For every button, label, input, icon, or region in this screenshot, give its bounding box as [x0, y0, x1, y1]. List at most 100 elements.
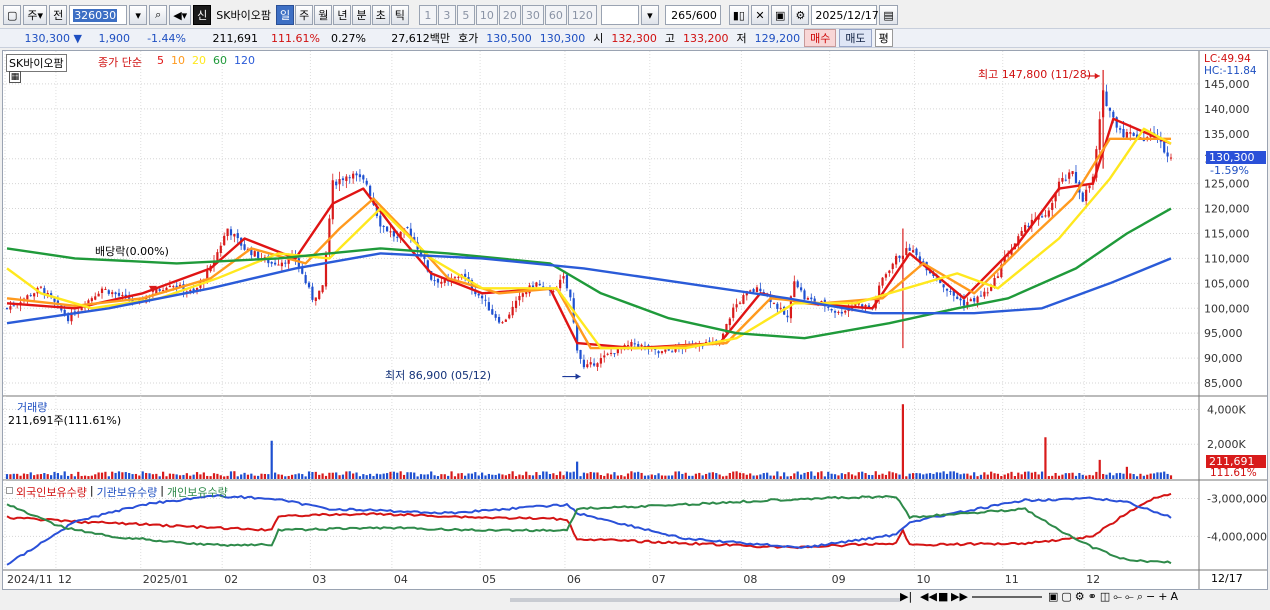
- candle-type-icon[interactable]: ▮▯: [728, 5, 749, 25]
- volume-bar: [396, 472, 399, 479]
- ma-legend-item[interactable]: 120: [234, 54, 255, 67]
- shin-badge[interactable]: 신: [193, 5, 212, 25]
- volume-bar: [783, 472, 786, 479]
- period-dropdown[interactable]: 주 ▾: [23, 5, 48, 25]
- stock-chart-svg[interactable]: 85,000 90,000 95,000 100,000 105,000 110,000 1…: [3, 51, 1267, 589]
- x-tick-label: 05: [482, 573, 496, 586]
- candle-body: [990, 286, 993, 291]
- sell-button[interactable]: 매도: [839, 29, 872, 47]
- volume-bar: [182, 474, 185, 479]
- interval-button[interactable]: 120: [567, 5, 597, 25]
- candle-body: [1163, 141, 1166, 153]
- volume-bar: [335, 472, 338, 479]
- count-field[interactable]: 265/600: [664, 5, 721, 25]
- interval-button[interactable]: 20: [498, 5, 521, 25]
- volume-bar: [416, 476, 419, 479]
- calendar-icon[interactable]: ▤: [879, 5, 898, 25]
- prev-button[interactable]: 전: [49, 5, 68, 25]
- volume-bar: [117, 471, 121, 479]
- volume-bar: [1071, 472, 1074, 479]
- x-tick-label: 04: [394, 573, 408, 586]
- volume-bar: [911, 473, 915, 479]
- period-button[interactable]: 주: [295, 5, 314, 25]
- forward-icon[interactable]: ▶▶: [951, 590, 968, 603]
- volume-bar: [453, 476, 457, 479]
- interval-custom-input[interactable]: [600, 5, 639, 25]
- price-value: 130,300 ▼: [24, 31, 82, 45]
- scroll-left-icon[interactable]: ▶|: [900, 590, 912, 603]
- average-button[interactable]: 평: [874, 29, 893, 47]
- interval-dropdown-icon[interactable]: ▾: [640, 5, 659, 25]
- volume-bar: [820, 471, 823, 479]
- ma-line: [6, 207, 1172, 340]
- volume-bar: [5, 474, 9, 479]
- layout-icon[interactable]: ▢: [3, 5, 22, 25]
- candle-body: [738, 302, 742, 304]
- code-dropdown-icon[interactable]: ▾: [129, 5, 148, 25]
- volume-bar: [365, 475, 368, 479]
- low-annotation: 최저 86,900 (05/12): [385, 369, 492, 382]
- buy-button[interactable]: 매수: [804, 29, 837, 47]
- candle-body: [1169, 157, 1173, 159]
- chart-scrollbar[interactable]: [510, 598, 900, 602]
- ma-legend-item[interactable]: 5: [157, 54, 164, 67]
- volume-bar: [43, 473, 46, 479]
- volume-bar: [168, 473, 171, 479]
- crosshair-icon[interactable]: ✕: [750, 5, 769, 25]
- panel-toggle-icon[interactable]: [6, 487, 13, 494]
- candle-body: [504, 319, 507, 322]
- period-button[interactable]: 월: [314, 5, 333, 25]
- candle-body: [33, 293, 36, 297]
- period-button[interactable]: 틱: [390, 5, 409, 25]
- price-tick-label: 95,000: [1204, 327, 1243, 340]
- period-button[interactable]: 분: [352, 5, 371, 25]
- volume-bar: [1156, 472, 1159, 479]
- interval-button[interactable]: 60: [544, 5, 567, 25]
- speaker-icon[interactable]: ◀▾: [169, 5, 192, 25]
- volume-bar: [806, 472, 809, 479]
- panel-stock-label[interactable]: SK바이오팜: [6, 54, 67, 72]
- stock-code-input[interactable]: 326030: [69, 5, 128, 25]
- interval-button[interactable]: 30: [521, 5, 544, 25]
- volume-bar: [1057, 475, 1061, 479]
- volume-bar: [772, 475, 776, 479]
- bid-value: 130,500: [486, 31, 532, 45]
- candle-body: [111, 292, 114, 295]
- ma-legend-item[interactable]: 60: [213, 54, 227, 67]
- candle-body: [969, 299, 972, 302]
- interval-button[interactable]: 1: [418, 5, 437, 25]
- period-button[interactable]: 일: [275, 5, 295, 25]
- volume-bar: [528, 475, 531, 479]
- period-button[interactable]: 초: [371, 5, 390, 25]
- ma-legend-item[interactable]: 20: [192, 54, 206, 67]
- volume-bar: [328, 472, 331, 479]
- volume-bar: [803, 472, 806, 479]
- ma-legend-item[interactable]: 10: [171, 54, 185, 67]
- volume-bar: [287, 475, 290, 479]
- chart-tools-icons[interactable]: ▣▢⚙⚭◫⟜⟜⌕−+A: [1048, 590, 1181, 604]
- table-icon[interactable]: ▦: [9, 71, 21, 83]
- interval-button[interactable]: 10: [475, 5, 498, 25]
- chart-area[interactable]: 85,000 90,000 95,000 100,000 105,000 110,000 1…: [2, 50, 1268, 590]
- gear-icon[interactable]: ⚙: [791, 5, 810, 25]
- x-tick-label: 06: [567, 573, 581, 586]
- zoom-slider[interactable]: [972, 596, 1042, 598]
- save-icon[interactable]: ▣: [770, 5, 790, 25]
- lc-label: LC:49.94: [1204, 53, 1251, 65]
- period-button[interactable]: 년: [333, 5, 352, 25]
- interval-button[interactable]: 3: [437, 5, 456, 25]
- candle-body: [453, 277, 457, 279]
- candle-body: [352, 173, 355, 179]
- volume-bar: [613, 472, 616, 479]
- candle-body: [477, 293, 480, 296]
- date-field[interactable]: 2025/12/17: [811, 5, 879, 25]
- change-pct: -1.44%: [147, 31, 186, 45]
- rewind-icon[interactable]: ◀◀: [920, 590, 937, 603]
- volume-bar: [175, 474, 178, 479]
- volume-bar: [436, 476, 440, 479]
- candle-body: [382, 225, 385, 227]
- stop-icon[interactable]: ■: [938, 590, 948, 603]
- volume-bar: [738, 472, 742, 479]
- interval-button[interactable]: 5: [456, 5, 475, 25]
- search-icon[interactable]: ⌕: [149, 5, 168, 25]
